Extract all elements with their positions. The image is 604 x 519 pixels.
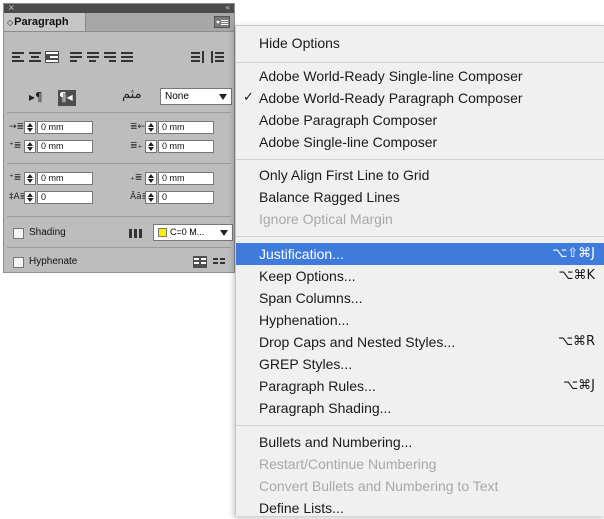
shading-color-value: C=0 M... [170, 227, 205, 237]
shading-icon [129, 229, 143, 238]
panel-tab-row: ◇Paragraph [4, 13, 234, 32]
menu-divider [236, 159, 604, 160]
left-indent-stepper[interactable] [24, 121, 36, 134]
tab-label: Paragraph [14, 16, 69, 28]
justify-right-button[interactable] [103, 51, 117, 63]
menu-item-define-lists[interactable]: Define Lists... [236, 497, 604, 519]
shortcut: ⌥⌘J [563, 378, 595, 393]
paragraph-panel: × « ◇Paragraph ▸¶ ¶◂ مثم None →≣ 0 mm ≣←… [3, 3, 235, 273]
menu-divider [236, 236, 604, 237]
last-line-indent-field[interactable]: 0 mm [158, 140, 214, 153]
menu-divider [236, 425, 604, 426]
panel-titlebar: × « [4, 3, 234, 13]
menu-item-keep-options[interactable]: Keep Options... ⌥⌘K [236, 265, 604, 287]
shortcut: ⌥⌘K [558, 268, 595, 283]
ltr-paragraph-icon: ▸¶ [29, 90, 43, 104]
shading-color-select[interactable]: C=0 M... [153, 224, 233, 241]
space-before-field[interactable]: 0 mm [37, 172, 93, 185]
rtl-paragraph-button[interactable]: ¶◂ [58, 90, 76, 106]
menu-item-hide-options[interactable]: Hide Options [236, 32, 604, 54]
left-indent-icon: →≣ [9, 122, 25, 132]
first-line-indent-stepper[interactable] [24, 140, 36, 153]
divider [7, 216, 231, 217]
shortcut: ⌥⇧⌘J [552, 246, 595, 261]
right-indent-stepper[interactable] [145, 121, 157, 134]
last-line-indent-stepper[interactable] [145, 140, 157, 153]
divider [7, 247, 231, 248]
right-indent-field[interactable]: 0 mm [158, 121, 214, 134]
align-center-button[interactable] [28, 51, 42, 63]
panel-flyout-menu: Hide Options Adobe World-Ready Single-li… [235, 25, 604, 516]
do-not-align-to-grid-button[interactable] [193, 256, 207, 268]
menu-item-single-line-composer[interactable]: Adobe Single-line Composer [236, 131, 604, 153]
dropcap-lines-icon: ‡A≣ [9, 192, 28, 202]
divider [7, 163, 231, 164]
language-select-value: None [165, 91, 189, 102]
align-right-button[interactable] [45, 51, 59, 63]
ltr-paragraph-button[interactable]: ▸¶ [28, 90, 46, 106]
menu-item-world-ready-single-line[interactable]: Adobe World-Ready Single-line Composer [236, 65, 604, 87]
menu-item-drop-caps[interactable]: Drop Caps and Nested Styles... ⌥⌘R [236, 331, 604, 353]
menu-item-balance-ragged[interactable]: Balance Ragged Lines [236, 186, 604, 208]
chevron-down-icon [219, 94, 227, 100]
menu-item-grep-styles[interactable]: GREP Styles... [236, 353, 604, 375]
menu-item-world-ready-paragraph[interactable]: ✓ Adobe World-Ready Paragraph Composer [236, 87, 604, 109]
menu-item-paragraph-rules[interactable]: Paragraph Rules... ⌥⌘J [236, 375, 604, 397]
tab-paragraph[interactable]: ◇Paragraph [4, 13, 86, 31]
space-after-icon: ₊≣ [130, 173, 143, 183]
dropcap-chars-field[interactable]: 0 [158, 191, 214, 204]
menu-item-bullets-numbering[interactable]: Bullets and Numbering... [236, 431, 604, 453]
close-icon[interactable]: × [8, 3, 15, 12]
color-swatch [158, 228, 167, 237]
menu-item-paragraph-shading[interactable]: Paragraph Shading... [236, 397, 604, 419]
align-away-from-spine-button[interactable] [211, 51, 225, 63]
hyphenate-checkbox[interactable] [13, 257, 24, 268]
tab-arrows-icon: ◇ [7, 18, 14, 27]
right-indent-icon: ≣← [130, 122, 146, 132]
collapse-icon[interactable]: « [225, 3, 230, 12]
chevron-down-icon [220, 230, 228, 236]
align-toward-spine-button[interactable] [190, 51, 204, 63]
menu-divider [236, 62, 604, 63]
divider [7, 112, 231, 113]
language-select[interactable]: None [160, 88, 232, 105]
menu-item-convert-bullets: Convert Bullets and Numbering to Text [259, 478, 499, 494]
dropcap-chars-icon: Āā≣ [130, 192, 150, 202]
menu-item-span-columns[interactable]: Span Columns... [236, 287, 604, 309]
menu-item-hyphenation[interactable]: Hyphenation... [236, 309, 604, 331]
justify-center-button[interactable] [86, 51, 100, 63]
first-line-indent-icon: ⁺≣ [9, 141, 22, 151]
menu-item-align-first-line[interactable]: Only Align First Line to Grid [236, 164, 604, 186]
menu-item-justification[interactable]: Justification... ⌥⇧⌘J [236, 243, 604, 265]
space-before-icon: ⁺≣ [9, 173, 22, 183]
check-icon: ✓ [243, 90, 254, 105]
panel-menu-icon[interactable] [214, 16, 230, 28]
hyphenate-label: Hyphenate [29, 256, 78, 267]
dropcap-lines-field[interactable]: 0 [37, 191, 93, 204]
first-line-indent-field[interactable]: 0 mm [37, 140, 93, 153]
align-left-button[interactable] [11, 51, 25, 63]
dropcap-chars-stepper[interactable] [145, 191, 157, 204]
last-line-indent-icon: ≣₊ [130, 141, 143, 151]
dropcap-lines-stepper[interactable] [24, 191, 36, 204]
left-indent-field[interactable]: 0 mm [37, 121, 93, 134]
space-after-stepper[interactable] [145, 172, 157, 185]
shading-checkbox[interactable] [13, 228, 24, 239]
menu-item-restart-numbering: Restart/Continue Numbering [259, 456, 437, 472]
menu-item-ignore-optical-margin: Ignore Optical Margin [259, 211, 393, 227]
justify-all-button[interactable] [120, 51, 134, 63]
shortcut: ⌥⌘R [557, 334, 595, 349]
space-after-field[interactable]: 0 mm [158, 172, 214, 185]
rtl-paragraph-icon: ¶◂ [59, 90, 73, 104]
align-to-grid-button[interactable] [212, 256, 226, 268]
justify-left-button[interactable] [69, 51, 83, 63]
menu-item-paragraph-composer[interactable]: Adobe Paragraph Composer [236, 109, 604, 131]
script-direction-icon: مثم [122, 87, 142, 102]
space-before-stepper[interactable] [24, 172, 36, 185]
shading-label: Shading [29, 227, 66, 238]
